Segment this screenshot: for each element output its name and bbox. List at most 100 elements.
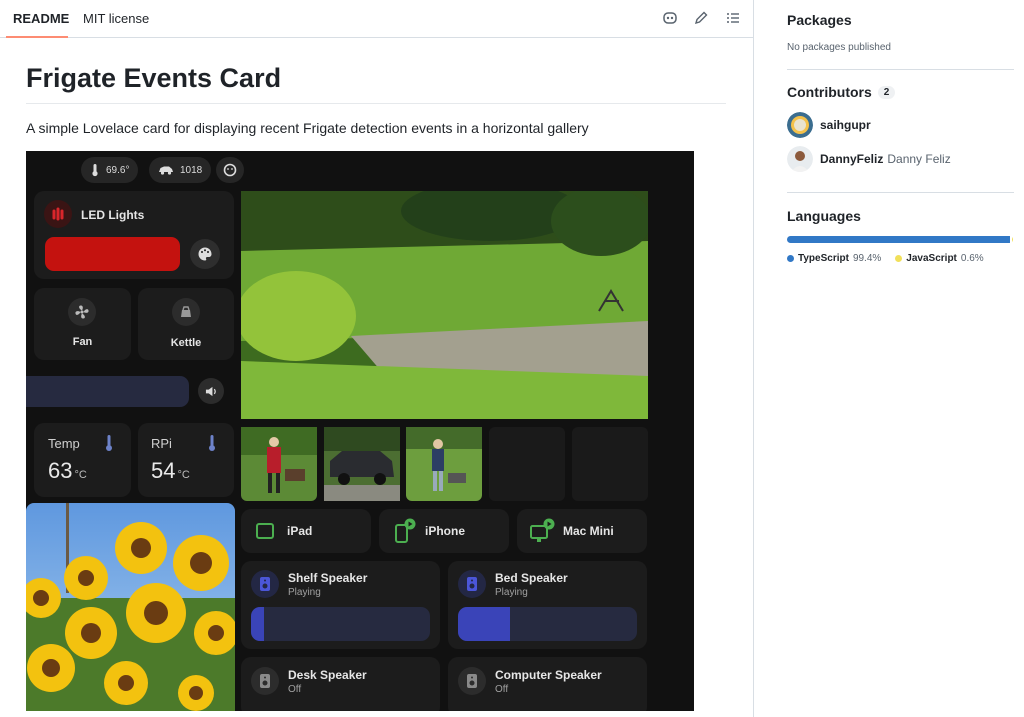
pencil-icon[interactable] bbox=[693, 10, 709, 26]
event-thumbnail-3[interactable] bbox=[406, 427, 482, 501]
computer-speaker-card[interactable]: Computer Speaker Off bbox=[448, 657, 647, 711]
tab-readme[interactable]: README bbox=[13, 11, 69, 26]
event-thumbnail-1[interactable] bbox=[241, 427, 317, 501]
repo-sidebar: Packages No packages published Contribut… bbox=[787, 0, 1015, 717]
bed-speaker-icon bbox=[467, 577, 477, 591]
desk-speaker-name: Desk Speaker bbox=[288, 668, 367, 682]
volume-button[interactable] bbox=[198, 378, 224, 404]
fan-icon-circle bbox=[68, 298, 96, 326]
shelf-speaker-name: Shelf Speaker bbox=[288, 571, 368, 585]
device-mac-mini-card[interactable]: Mac Mini bbox=[517, 509, 647, 553]
computer-speaker-icon bbox=[467, 674, 477, 688]
palette-button[interactable] bbox=[190, 239, 220, 269]
copilot-icon[interactable] bbox=[662, 10, 678, 26]
kettle-icon-circle bbox=[172, 298, 200, 326]
language-bar-segment bbox=[1011, 236, 1013, 243]
rpi-unit: °C bbox=[177, 469, 190, 481]
rpi-label: RPi bbox=[151, 436, 172, 451]
kettle-label: Kettle bbox=[170, 337, 202, 349]
tab-mit-license[interactable]: MIT license bbox=[83, 11, 149, 26]
language-legend: TypeScript 99.4% JavaScript 0.6% bbox=[787, 253, 984, 264]
language-name: TypeScript bbox=[798, 253, 849, 264]
event-thumbnail-2[interactable] bbox=[324, 427, 400, 501]
page: README MIT license Frigate Events Card A… bbox=[0, 0, 1024, 717]
temp-unit: °C bbox=[74, 469, 87, 481]
sidebar-divider bbox=[787, 192, 1014, 193]
temp-label: Temp bbox=[48, 436, 80, 451]
temperature-chip-text: 69.6° bbox=[106, 164, 130, 176]
event-thumbnail-empty-2 bbox=[572, 427, 648, 501]
language-percent: 99.4% bbox=[852, 253, 882, 264]
car-icon bbox=[159, 166, 173, 175]
temperature-chip: 69.6° bbox=[81, 157, 139, 183]
volume-slider[interactable] bbox=[26, 376, 189, 407]
tablet-icon bbox=[256, 523, 274, 539]
avatar bbox=[787, 112, 813, 138]
sunflower-photo bbox=[26, 503, 235, 711]
ipad-label: iPad bbox=[287, 524, 313, 538]
packages-empty-text: No packages published bbox=[787, 42, 891, 53]
readme-title: Frigate Events Card bbox=[26, 63, 282, 93]
shelf-speaker-volume-fill bbox=[251, 607, 264, 641]
packages-heading[interactable]: Packages bbox=[787, 12, 852, 28]
desk-speaker-status: Off bbox=[288, 684, 302, 695]
device-ipad-card[interactable]: iPad bbox=[241, 509, 371, 553]
face-icon bbox=[223, 163, 237, 177]
language-typescript[interactable]: TypeScript 99.4% bbox=[787, 253, 881, 264]
avatar bbox=[787, 146, 813, 172]
readme-panel: README MIT license Frigate Events Card A… bbox=[0, 0, 754, 717]
phone-icon bbox=[395, 518, 416, 543]
car-chip: 1018 bbox=[149, 157, 212, 183]
rpi-value: 54 °C bbox=[151, 458, 190, 484]
computer-speaker-status: Off bbox=[495, 684, 509, 695]
rpi-number: 54 bbox=[151, 458, 176, 483]
fan-icon bbox=[75, 305, 89, 319]
temp-number: 63 bbox=[48, 458, 73, 483]
bed-speaker-volume-fill bbox=[458, 607, 510, 641]
bed-speaker-card[interactable]: Bed Speaker Playing bbox=[448, 561, 647, 649]
shelf-speaker-volume-slider[interactable] bbox=[251, 607, 430, 641]
language-javascript[interactable]: JavaScript 0.6% bbox=[895, 253, 984, 264]
contributor-saihgupr[interactable]: saihgupr bbox=[787, 111, 871, 139]
thermometer-icon bbox=[92, 164, 98, 177]
rpi-sensor-card[interactable]: RPi 54 °C bbox=[138, 423, 234, 497]
frigate-event-main-image[interactable] bbox=[241, 191, 648, 419]
kettle-icon bbox=[181, 306, 191, 317]
device-iphone-card[interactable]: iPhone bbox=[379, 509, 509, 553]
bed-speaker-volume-slider[interactable] bbox=[458, 607, 637, 641]
led-lights-card[interactable]: LED Lights bbox=[34, 191, 234, 279]
shelf-speaker-status: Playing bbox=[288, 587, 321, 598]
led-color-bar[interactable] bbox=[45, 237, 180, 271]
led-lights-label: LED Lights bbox=[81, 208, 145, 222]
language-bar bbox=[787, 236, 1013, 243]
shelf-speaker-icon bbox=[260, 577, 270, 591]
speaker-volume-icon bbox=[205, 386, 216, 396]
bed-speaker-icon-circle bbox=[458, 570, 486, 598]
list-icon[interactable] bbox=[725, 10, 741, 26]
led-strip-icon bbox=[52, 207, 64, 221]
car-chip-text: 1018 bbox=[180, 164, 203, 176]
shelf-speaker-icon-circle bbox=[251, 570, 279, 598]
language-color-dot bbox=[787, 255, 794, 262]
contributors-heading[interactable]: Contributors 2 bbox=[787, 84, 896, 100]
desk-speaker-card[interactable]: Desk Speaker Off bbox=[241, 657, 440, 711]
language-bar-segment bbox=[787, 236, 1010, 243]
temp-sensor-card[interactable]: Temp 63 °C bbox=[34, 423, 131, 497]
contributor-fullname: Danny Feliz bbox=[887, 152, 951, 166]
title-divider bbox=[26, 103, 726, 104]
temp-thermometer-icon bbox=[106, 435, 112, 451]
language-percent: 0.6% bbox=[960, 253, 984, 264]
bed-speaker-name: Bed Speaker bbox=[495, 571, 568, 585]
contributors-title: Contributors bbox=[787, 84, 872, 100]
event-thumbnail-empty-1 bbox=[489, 427, 565, 501]
fan-card[interactable]: Fan bbox=[34, 288, 131, 360]
temp-value: 63 °C bbox=[48, 458, 87, 484]
shelf-speaker-card[interactable]: Shelf Speaker Playing bbox=[241, 561, 440, 649]
monitor-icon bbox=[530, 518, 555, 542]
computer-speaker-icon-circle bbox=[458, 667, 486, 695]
contributor-dannyfeliz[interactable]: DannyFeliz Danny Feliz bbox=[787, 145, 951, 173]
kettle-card[interactable]: Kettle bbox=[138, 288, 234, 360]
led-icon-circle bbox=[44, 200, 72, 228]
dashboard-screenshot: 69.6° 1018 LED Lights Fan Kettle Temp 63… bbox=[26, 151, 694, 711]
active-tab-indicator bbox=[6, 36, 68, 38]
